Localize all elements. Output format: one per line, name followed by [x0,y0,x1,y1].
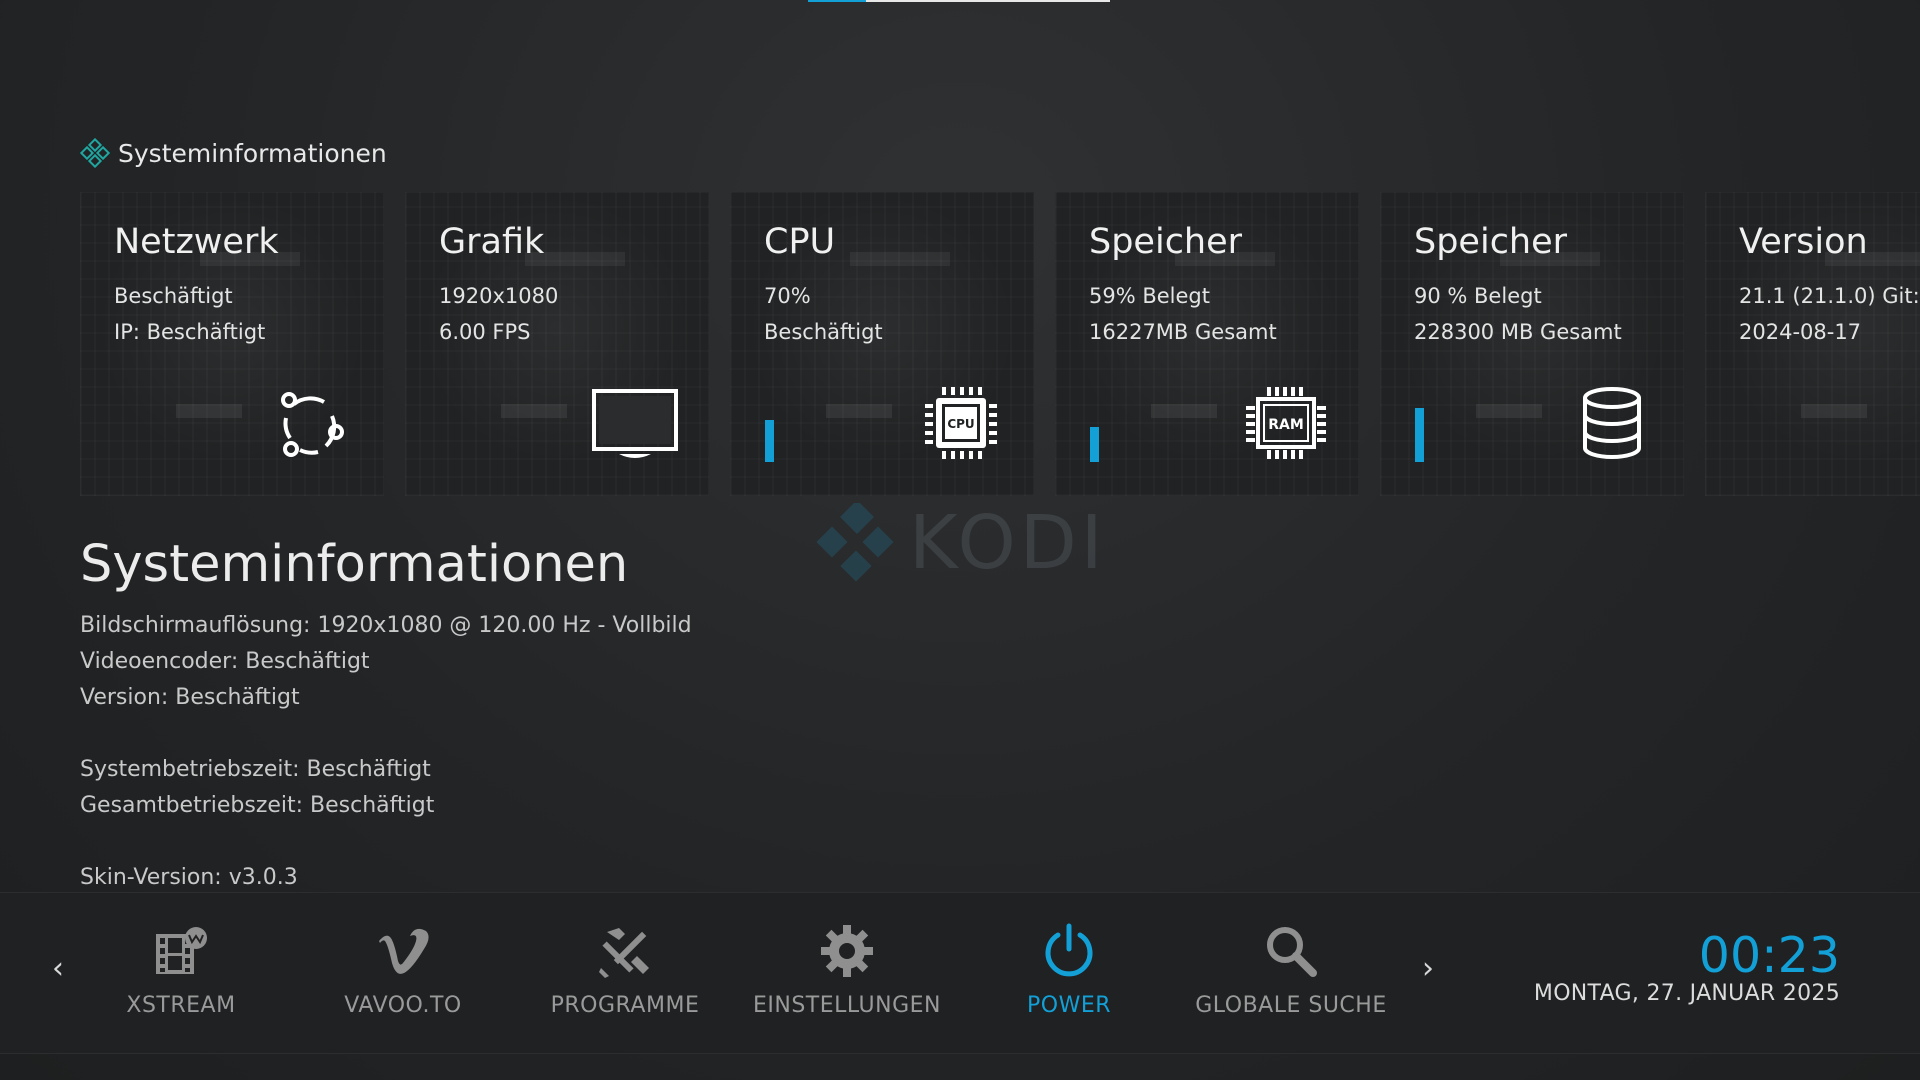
card-title: Netzwerk [114,222,279,262]
tools-icon [599,928,649,978]
card-line-1: Beschäftigt [114,284,233,308]
vimeo-icon [379,928,429,974]
ram-icon: RAM [1246,387,1326,459]
info-line-total-uptime: Gesamtbetriebszeit: Beschäftigt [80,793,435,818]
card-speicher-ram[interactable]: Speicher 59% Belegt 16227MB Gesamt RAM [1055,192,1359,496]
menu-item-label: POWER [1026,993,1112,1018]
card-line-1: 70% [764,284,811,308]
network-icon [281,392,344,457]
card-grafik[interactable]: Grafik 1920x1080 6.00 FPS [405,192,709,496]
film-icon [156,927,207,974]
info-line-skin-version: Skin-Version: v3.0.3 [80,865,298,889]
card-version[interactable]: Version 21.1 (21.1.0) Git:2 2024-08-17 [1705,192,1920,496]
top-progress-bar [808,0,1110,2]
section-header-title: Systeminformationen [118,138,387,168]
card-line-2: 228300 MB Gesamt [1414,320,1622,344]
card-line-1: 59% Belegt [1089,284,1210,308]
gear-icon [821,925,873,977]
card-line-2: 2024-08-17 [1739,320,1862,344]
cpu-usage-meter [765,420,774,462]
bottom-menu-bar: ‹ › XSTREAM VAVOO.TO PROGRAMME EINSTELLU… [0,892,1920,1054]
card-line-2: IP: Beschäftigt [114,320,266,344]
card-line-2: Beschäftigt [764,320,883,344]
menu-item-power[interactable]: POWER [969,921,1169,1018]
menu-item-label: EINSTELLUNGEN [752,993,942,1018]
power-icon [1045,923,1093,977]
card-line-1: 90 % Belegt [1414,284,1542,308]
search-icon [1267,927,1317,977]
kodi-watermark: KODI [815,500,1107,586]
card-line-1: 21.1 (21.1.0) Git:2 [1739,284,1920,308]
menu-item-globale-suche[interactable]: GLOBALE SUCHE [1191,921,1391,1018]
card-line-2: 16227MB Gesamt [1089,320,1277,344]
card-title: Speicher [1089,222,1243,262]
ram-icon-label: RAM [1268,417,1304,433]
menu-item-label: PROGRAMME [550,993,700,1018]
monitor-icon [592,389,678,458]
menu-item-vavoo[interactable]: VAVOO.TO [303,921,503,1018]
menu-item-programme[interactable]: PROGRAMME [525,921,725,1018]
info-line-resolution: Bildschirmauflösung: 1920x1080 @ 120.00 … [80,613,692,638]
card-title: Grafik [439,222,545,262]
menu-next-arrow[interactable]: › [1422,951,1434,986]
info-line-system-uptime: Systembetriebszeit: Beschäftigt [80,757,431,782]
menu-item-label: XSTREAM [126,993,236,1018]
info-line-version: Version: Beschäftigt [80,685,300,710]
menu-prev-arrow[interactable]: ‹ [52,951,64,986]
info-cards-row: Netzwerk Beschäftigt IP: Beschäftigt Gra… [80,192,1920,497]
card-title: CPU [764,222,836,262]
storage-icon [1583,387,1641,459]
clock-date: MONTAG, 27. JANUAR 2025 [1533,981,1840,1006]
card-line-2: 6.00 FPS [439,320,531,344]
card-cpu[interactable]: CPU 70% Beschäftigt CPU [730,192,1034,496]
card-speicher-disk[interactable]: Speicher 90 % Belegt 228300 MB Gesamt [1380,192,1684,496]
card-line-1: 1920x1080 [439,284,559,308]
ram-usage-meter [1090,427,1099,462]
menu-item-label: GLOBALE SUCHE [1195,993,1387,1018]
card-netzwerk[interactable]: Netzwerk Beschäftigt IP: Beschäftigt [80,192,384,496]
card-title: Speicher [1414,222,1568,262]
info-line-videoencoder: Videoencoder: Beschäftigt [80,649,370,674]
storage-usage-meter [1415,408,1424,462]
page-title: Systeminformationen [80,535,629,594]
card-title: Version [1739,222,1868,262]
menu-item-einstellungen[interactable]: EINSTELLUNGEN [747,921,947,1018]
cpu-icon-label: CPU [947,417,974,431]
cpu-icon: CPU [925,387,997,459]
menu-item-label: VAVOO.TO [344,993,462,1018]
clock-time: 00:23 [1698,927,1840,984]
kodi-watermark-icon [816,503,894,582]
menu-item-xstream[interactable]: XSTREAM [81,921,281,1018]
kodi-logo-icon [80,138,110,168]
kodi-watermark-text: KODI [909,500,1107,586]
section-header: Systeminformationen [80,138,387,168]
